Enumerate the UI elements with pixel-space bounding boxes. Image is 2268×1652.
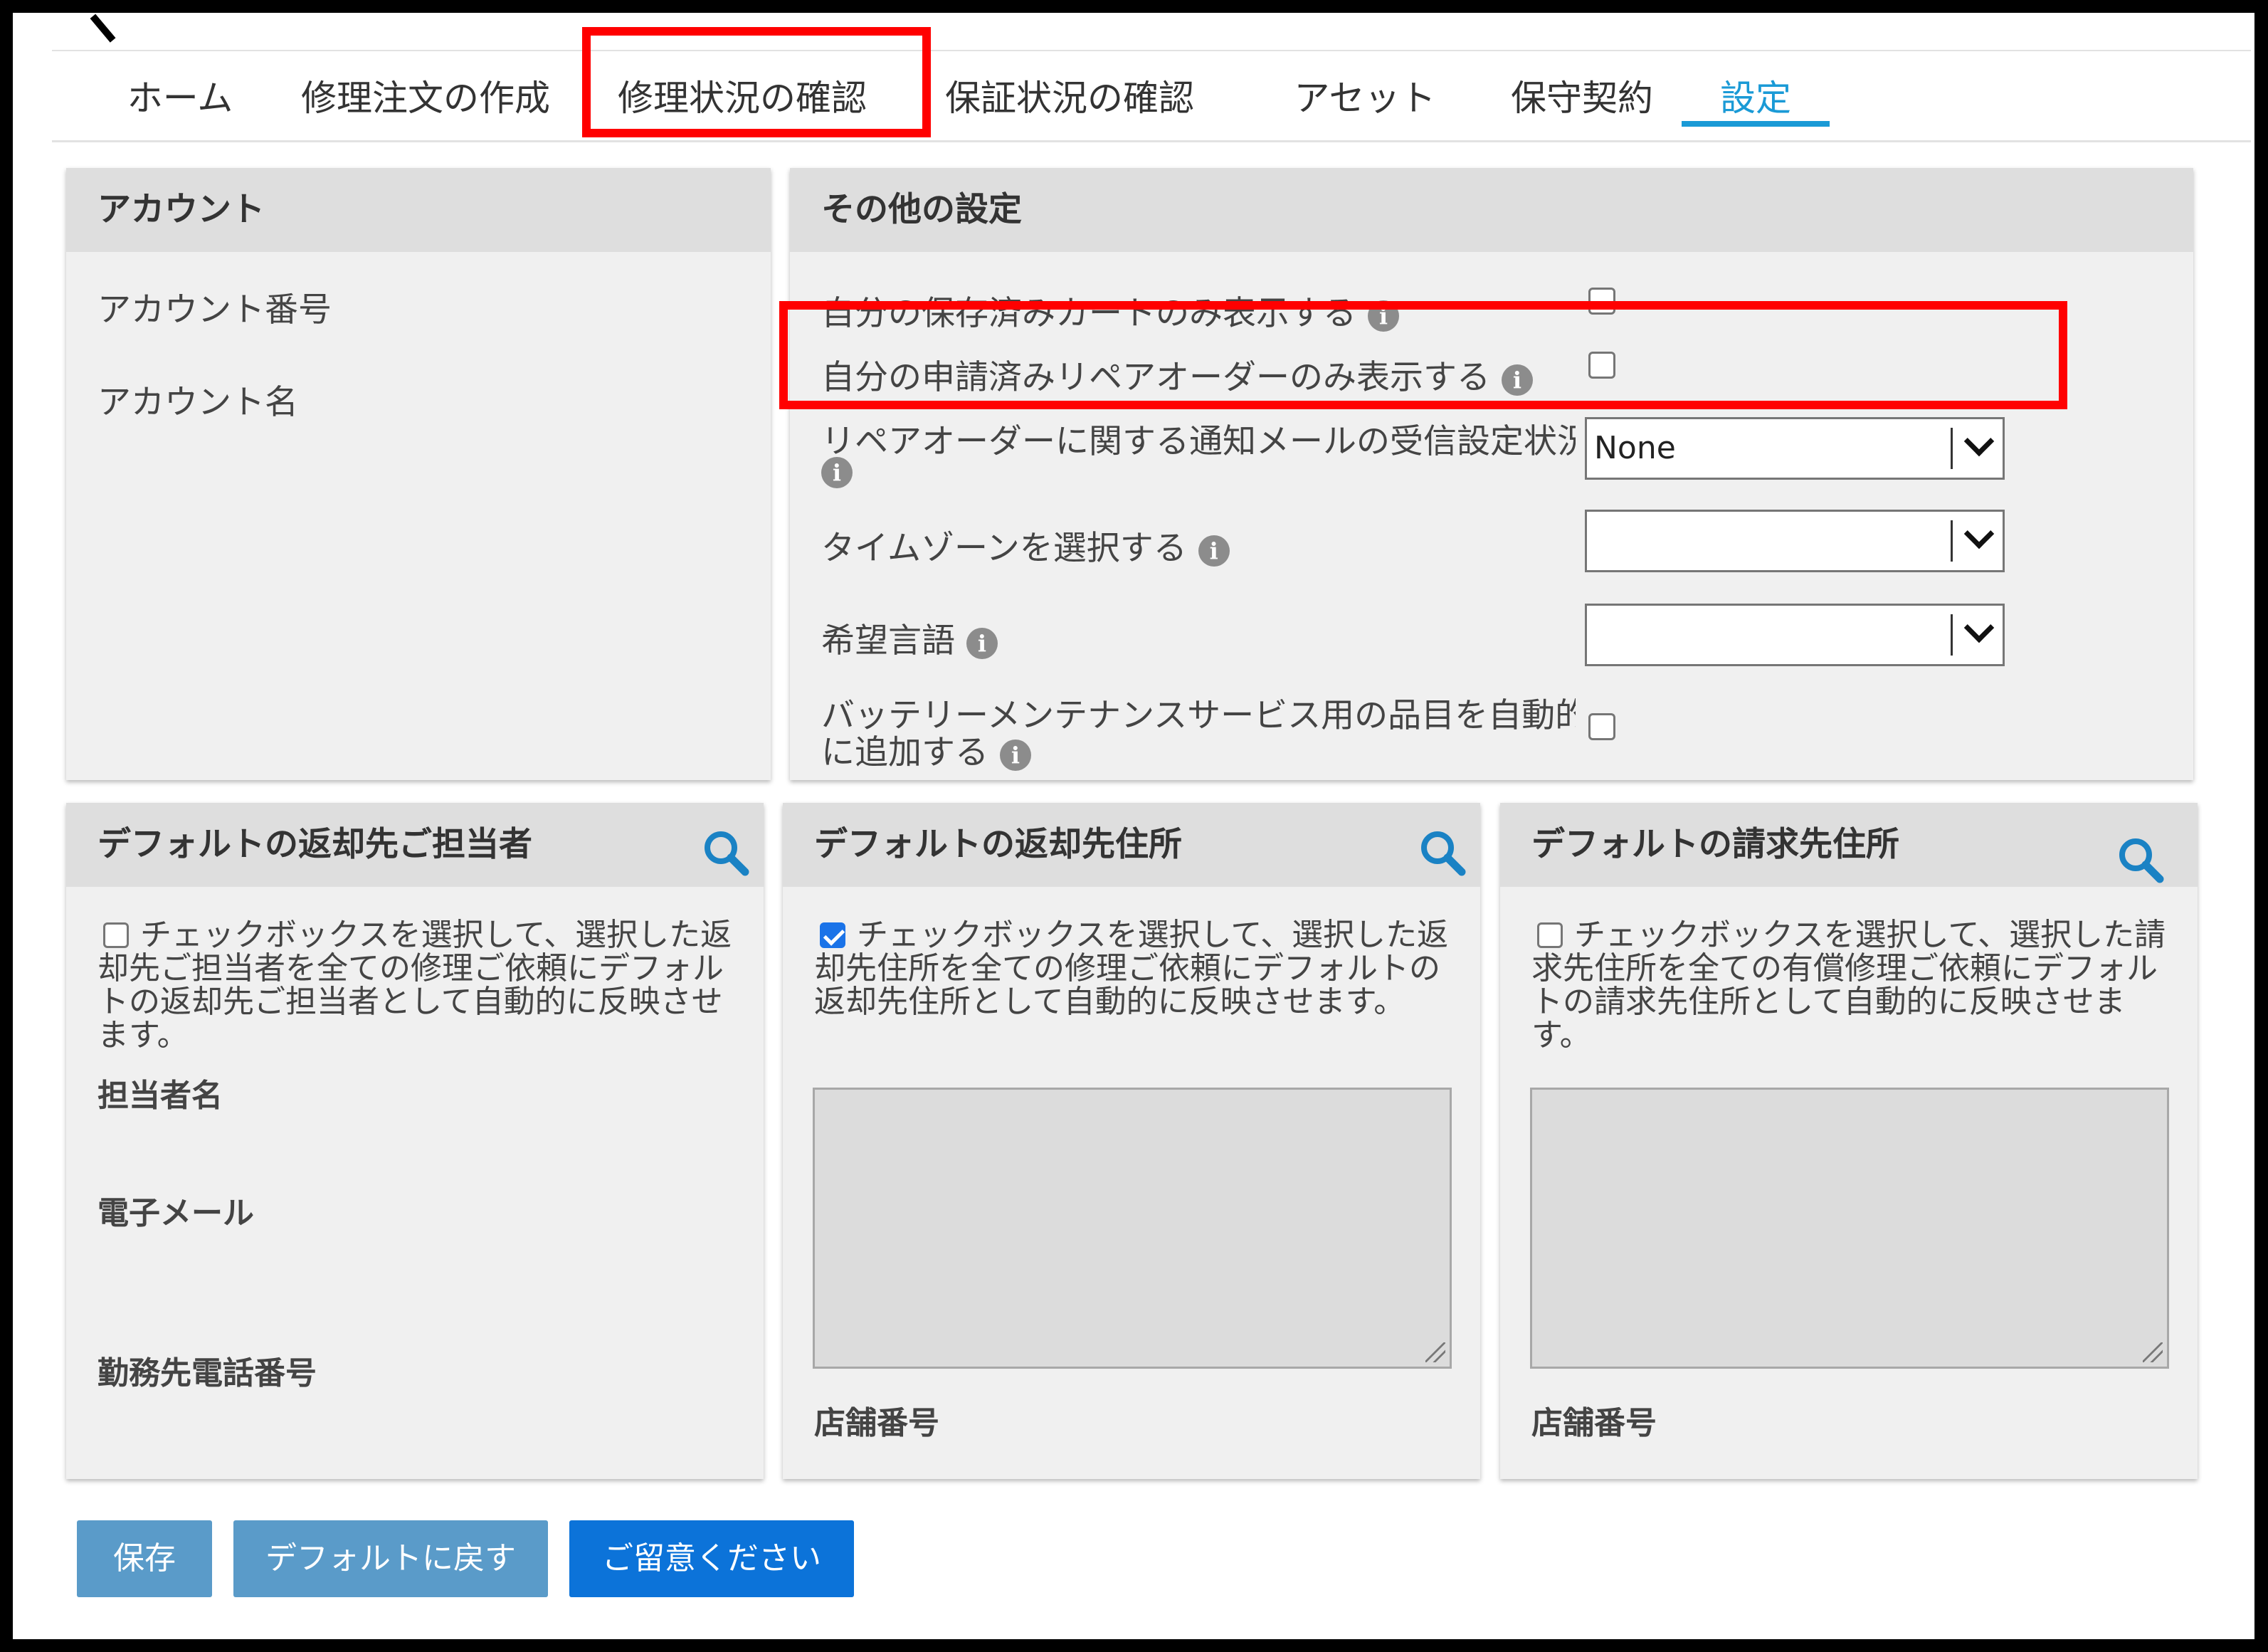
other-settings-panel: その他の設定 自分の保存済みカートのみ表示する i 自分の申請済みリペアオーダーの… [790,168,2193,780]
info-icon[interactable]: i [821,457,853,488]
return-contact-description: チェックボックスを選択して、選択した返却先ご担当者を全ての修理ご依頼にデフォルト… [97,917,732,1053]
tab-create-repair-order[interactable]: 修理注文の作成 [294,54,557,143]
battery-setting-line2: に追加する i [821,725,1031,774]
billing-address-title: デフォルトの請求先住所 [1500,803,2198,887]
info-icon[interactable]: i [1198,535,1230,567]
language-label: 希望言語 [821,621,955,661]
chevron-down-icon [1963,426,1995,457]
save-button[interactable]: 保存 [77,1520,212,1597]
chevron-down-icon [1963,612,1995,643]
corner-mark [90,13,132,43]
resize-handle-icon[interactable] [1425,1342,1445,1362]
battery-label-line2: に追加する [821,733,988,772]
contact-email-label: 電子メール [97,1195,254,1231]
highlight-repair-status-tab [582,27,931,137]
account-panel-title: アカウント [66,168,771,252]
timezone-setting: タイムゾーンを選択する i [821,520,1230,569]
notify-mail-label: リペアオーダーに関する通知メールの受信設定状況 [821,422,1576,461]
notice-button[interactable]: ご留意ください [569,1520,854,1597]
resize-handle-icon[interactable] [2143,1342,2163,1362]
billing-address-panel: デフォルトの請求先住所 チェックボックスを選択して、選択した請求先住所を全ての有… [1500,803,2198,1479]
tab-assets[interactable]: アセット [1280,54,1450,143]
language-select[interactable] [1585,604,2005,666]
billing-store-label: 店舗番号 [1531,1405,1657,1441]
other-settings-title: その他の設定 [790,168,2193,252]
tab-home[interactable]: ホーム [116,54,244,143]
contact-name-label: 担当者名 [97,1078,223,1114]
return-address-textarea[interactable] [813,1088,1452,1369]
info-icon[interactable]: i [1000,739,1031,771]
return-address-title: デフォルトの返却先住所 [783,803,1480,887]
tab-settings[interactable]: 設定 [1682,54,1830,143]
return-store-label: 店舗番号 [814,1405,939,1441]
select-separator [1951,614,1953,656]
contact-phone-label: 勤務先電話番号 [97,1355,317,1391]
return-contact-title: デフォルトの返却先ご担当者 [66,803,764,887]
timezone-label: タイムゾーンを選択する [821,529,1187,568]
tab-maintenance-contract[interactable]: 保守契約 [1493,54,1671,143]
search-icon[interactable] [2116,835,2166,885]
account-panel: アカウント アカウント番号 アカウント名 [66,168,771,780]
search-icon[interactable] [701,828,751,878]
return-contact-panel: デフォルトの返却先ご担当者 チェックボックスを選択して、選択した返却先ご担当者を… [66,803,764,1479]
return-address-panel: デフォルトの返却先住所 チェックボックスを選択して、選択した返却先住所を全ての修… [783,803,1480,1479]
billing-address-description: チェックボックスを選択して、選択した請求先住所を全ての有償修理ご依頼にデフォルト… [1531,917,2166,1053]
search-icon[interactable] [1418,828,1467,878]
select-separator [1951,428,1953,469]
info-icon[interactable]: i [966,627,998,659]
account-number-label: アカウント番号 [97,290,332,330]
select-separator [1951,520,1953,562]
settings-page: ホーム 修理注文の作成 修理状況の確認 保証状況の確認 アセット 保守契約 設定… [13,13,2254,1639]
chevron-down-icon [1963,518,1995,549]
tab-warranty-status[interactable]: 保証状況の確認 [938,54,1201,143]
notify-mail-value: None [1594,430,1676,466]
notify-mail-select[interactable]: None [1585,417,2005,480]
return-address-description: チェックボックスを選択して、選択した返却先住所を全ての修理ご依頼にデフォルトの返… [814,917,1449,1020]
account-name-label: アカウント名 [97,383,298,422]
timezone-select[interactable] [1585,510,2005,572]
language-setting: 希望言語 i [821,613,998,662]
reset-default-button[interactable]: デフォルトに戻す [233,1520,548,1597]
battery-checkbox[interactable] [1588,713,1615,740]
billing-address-textarea[interactable] [1530,1088,2169,1369]
highlight-repair-order-setting [779,301,2067,409]
active-tab-indicator [1682,121,1830,127]
